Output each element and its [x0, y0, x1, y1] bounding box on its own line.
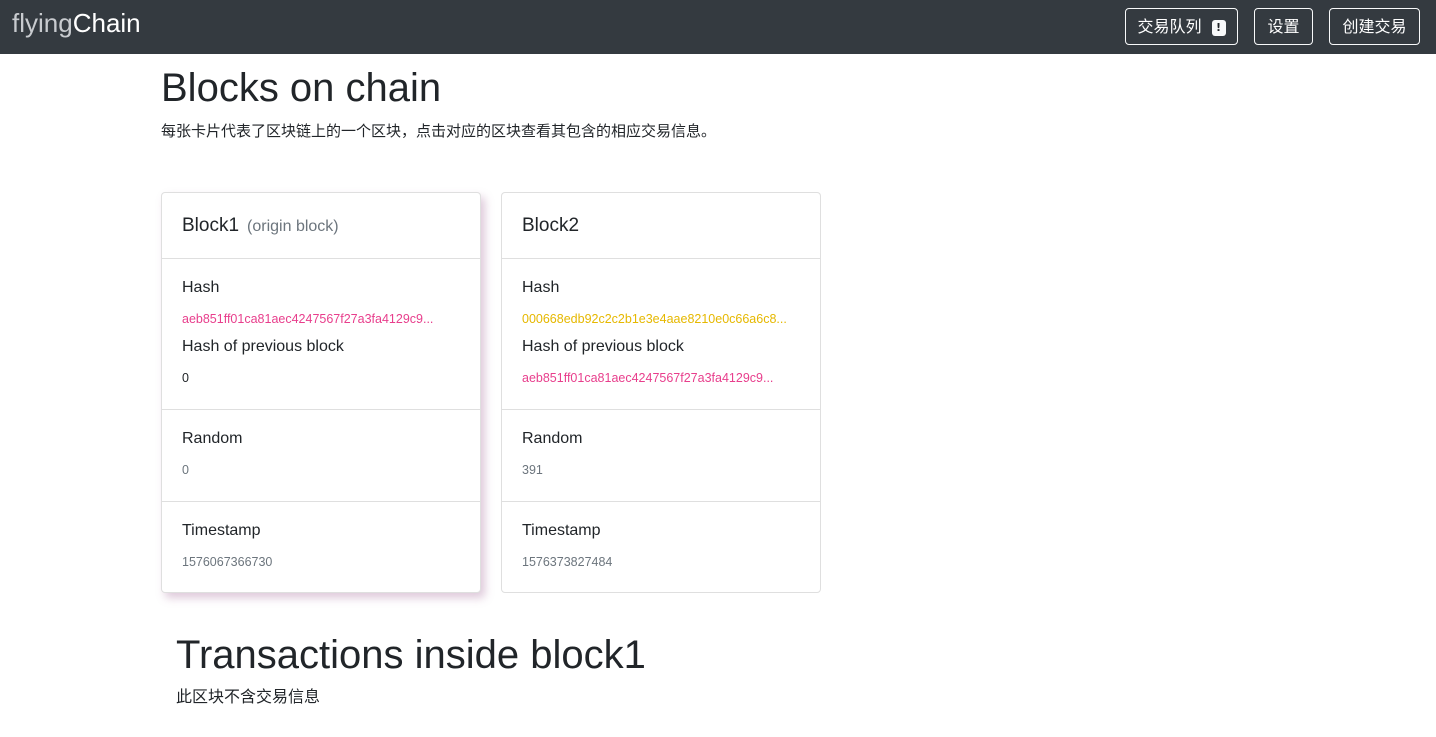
hash-section: Hash 000668edb92c2c2b1e3e4aae8210e0c66a6… [502, 259, 820, 410]
brand-part-1: flying [12, 8, 73, 38]
hash-label: Hash [522, 279, 560, 296]
hash-label: Hash [182, 279, 220, 296]
transaction-queue-label: 交易队列 [1137, 17, 1202, 36]
random-section: Random 0 [162, 410, 480, 502]
prev-hash-label: Hash of previous block [182, 338, 344, 355]
random-label: Random [522, 430, 583, 447]
transactions-title: Transactions inside block1 [176, 633, 646, 677]
navbar: flyingChain 交易队列! 设置 创建交易 [0, 0, 1436, 54]
block-card-header: Block1 (origin block) [162, 193, 480, 259]
timestamp-value: 1576067366730 [182, 555, 273, 569]
block-subtitle: (origin block) [247, 218, 339, 235]
block-title: Block1 (origin block) [182, 214, 339, 239]
random-section: Random 391 [502, 410, 820, 502]
random-value: 391 [522, 463, 543, 477]
block-name: Block2 [522, 215, 580, 236]
transaction-queue-button[interactable]: 交易队列! [1125, 8, 1238, 45]
queue-alert-badge: ! [1211, 20, 1226, 36]
settings-label: 设置 [1267, 17, 1300, 36]
block-title: Block2 [522, 214, 579, 238]
settings-button[interactable]: 设置 [1254, 8, 1313, 45]
prev-hash-value: aeb851ff01ca81aec4247567f27a3fa4129c9... [522, 371, 774, 385]
create-transaction-label: 创建交易 [1342, 17, 1407, 36]
brand-logo[interactable]: flyingChain [12, 6, 141, 40]
block-name: Block1 [182, 215, 240, 236]
timestamp-label: Timestamp [182, 522, 261, 539]
brand-part-2: Chain [72, 8, 141, 38]
transactions-empty-text: 此区块不含交易信息 [176, 687, 321, 706]
random-label: Random [182, 430, 243, 447]
hash-value: 000668edb92c2c2b1e3e4aae8210e0c66a6c8... [522, 312, 787, 326]
random-value: 0 [182, 463, 189, 477]
block-card-1[interactable]: Block1 (origin block) Hash aeb851ff01ca81… [161, 192, 481, 593]
timestamp-label: Timestamp [522, 522, 601, 539]
timestamp-value: 1576373827484 [522, 555, 613, 569]
hash-section: Hash aeb851ff01ca81aec4247567f27a3fa4129… [162, 259, 480, 410]
page-title: Blocks on chain [161, 66, 442, 110]
timestamp-section: Timestamp 1576067366730 [162, 502, 480, 593]
page-lead: 每张卡片代表了区块链上的一个区块，点击对应的区块查看其包含的相应交易信息。 [161, 122, 717, 140]
prev-hash-label: Hash of previous block [522, 338, 684, 355]
hash-value: aeb851ff01ca81aec4247567f27a3fa4129c9... [182, 312, 434, 326]
create-transaction-button[interactable]: 创建交易 [1329, 8, 1420, 45]
prev-hash-value: 0 [182, 371, 189, 385]
timestamp-section: Timestamp 1576373827484 [502, 502, 820, 593]
block-card-header: Block2 [502, 193, 820, 259]
block-card-2[interactable]: Block2 Hash 000668edb92c2c2b1e3e4aae8210… [501, 192, 821, 593]
